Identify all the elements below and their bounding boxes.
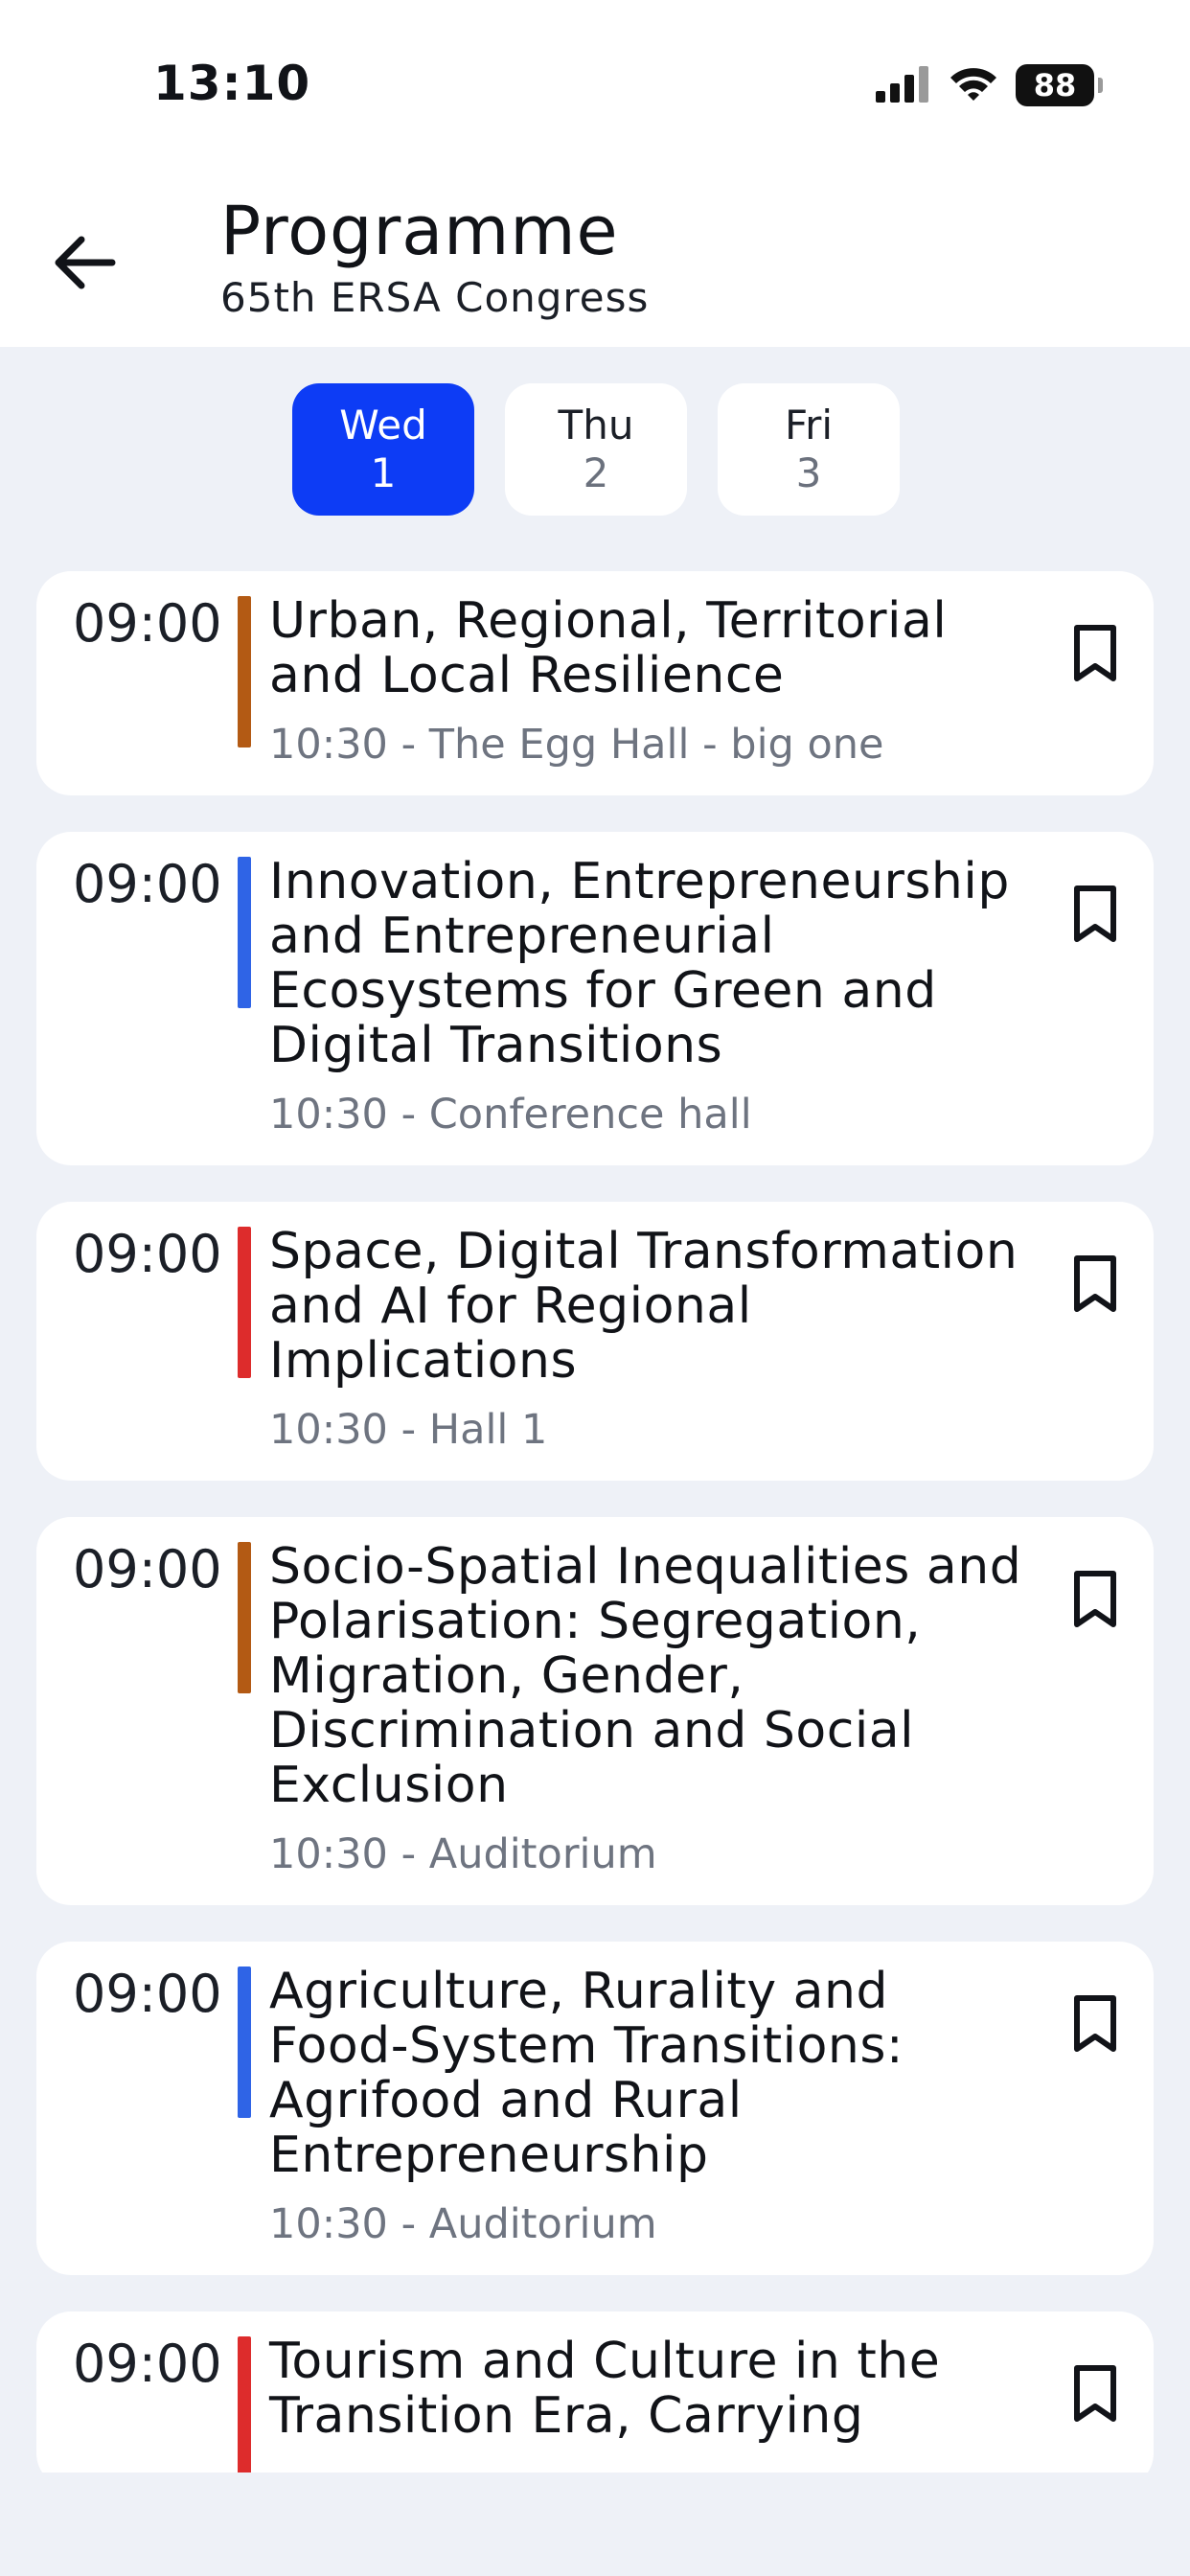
session-meta: 10:30 - Auditorium — [269, 2200, 657, 2248]
session-title: Innovation, Entrepreneurship and Entrepr… — [269, 853, 1010, 1074]
status-time: 13:10 — [153, 56, 311, 111]
wifi-icon — [949, 64, 998, 106]
day-tabs: Wed 1 Thu 2 Fri 3 — [292, 383, 900, 516]
session-card[interactable]: 09:00 Socio-Spatial Inequalities and Pol… — [36, 1517, 1154, 1905]
session-time: 09:00 — [73, 593, 222, 654]
session-title: Socio-Spatial Inequalities and Polarisat… — [269, 1538, 1022, 1814]
tab-day-number: 1 — [370, 449, 397, 496]
tab-day-label: Wed — [339, 402, 427, 448]
session-meta: 10:30 - The Egg Hall - big one — [269, 721, 884, 769]
session-color-bar — [238, 1966, 251, 2118]
bookmark-icon[interactable] — [1071, 623, 1119, 684]
session-color-bar — [238, 2336, 251, 2472]
session-title: Agriculture, Rurality and Food-System Tr… — [269, 1963, 904, 2184]
session-time: 09:00 — [73, 1224, 222, 1284]
bookmark-icon[interactable] — [1071, 1569, 1119, 1630]
signal-icon — [874, 64, 931, 106]
status-icons: 88 — [874, 63, 1103, 107]
back-button[interactable] — [48, 226, 121, 299]
bookmark-icon[interactable] — [1071, 884, 1119, 945]
session-time: 09:00 — [73, 854, 222, 914]
session-card[interactable]: 09:00 Urban, Regional, Territorial and L… — [36, 571, 1154, 795]
session-time: 09:00 — [73, 1539, 222, 1599]
arrow-left-icon — [55, 236, 116, 289]
session-meta: 10:30 - Conference hall — [269, 1091, 752, 1138]
session-color-bar — [238, 1542, 251, 1693]
session-time: 09:00 — [73, 1964, 222, 2024]
session-color-bar — [238, 596, 251, 748]
session-card[interactable]: 09:00 Tourism and Culture in the Transit… — [36, 2312, 1154, 2472]
session-meta: 10:30 - Hall 1 — [269, 1406, 548, 1454]
tab-day-number: 3 — [795, 449, 822, 496]
battery-level: 88 — [1033, 67, 1077, 104]
tab-day-number: 2 — [583, 449, 609, 496]
session-list: 09:00 Urban, Regional, Territorial and L… — [36, 571, 1154, 2472]
session-title: Tourism and Culture in the Transition Er… — [269, 2333, 941, 2445]
session-card[interactable]: 09:00 Agriculture, Rurality and Food-Sys… — [36, 1942, 1154, 2275]
session-time: 09:00 — [73, 2334, 222, 2394]
session-card[interactable]: 09:00 Innovation, Entrepreneurship and E… — [36, 832, 1154, 1165]
bookmark-icon[interactable] — [1071, 1993, 1119, 2055]
session-color-bar — [238, 857, 251, 1008]
tab-day-label: Fri — [784, 402, 834, 448]
top-header: 13:10 88 Programme 65th ERSA Congress — [0, 0, 1190, 347]
session-title: Space, Digital Transformation and AI for… — [269, 1223, 1018, 1390]
tab-day-label: Thu — [558, 402, 634, 448]
tab-fri[interactable]: Fri 3 — [718, 383, 900, 516]
bookmark-icon[interactable] — [1071, 2363, 1119, 2425]
tab-wed[interactable]: Wed 1 — [292, 383, 474, 516]
page-title: Programme — [220, 192, 619, 270]
battery-icon: 88 — [1016, 64, 1103, 106]
session-title: Urban, Regional, Territorial and Local R… — [269, 592, 948, 704]
session-meta: 10:30 - Auditorium — [269, 1830, 657, 1878]
session-card[interactable]: 09:00 Space, Digital Transformation and … — [36, 1202, 1154, 1481]
tab-thu[interactable]: Thu 2 — [505, 383, 687, 516]
session-color-bar — [238, 1227, 251, 1378]
page-subtitle: 65th ERSA Congress — [220, 274, 650, 321]
bookmark-icon[interactable] — [1071, 1254, 1119, 1315]
